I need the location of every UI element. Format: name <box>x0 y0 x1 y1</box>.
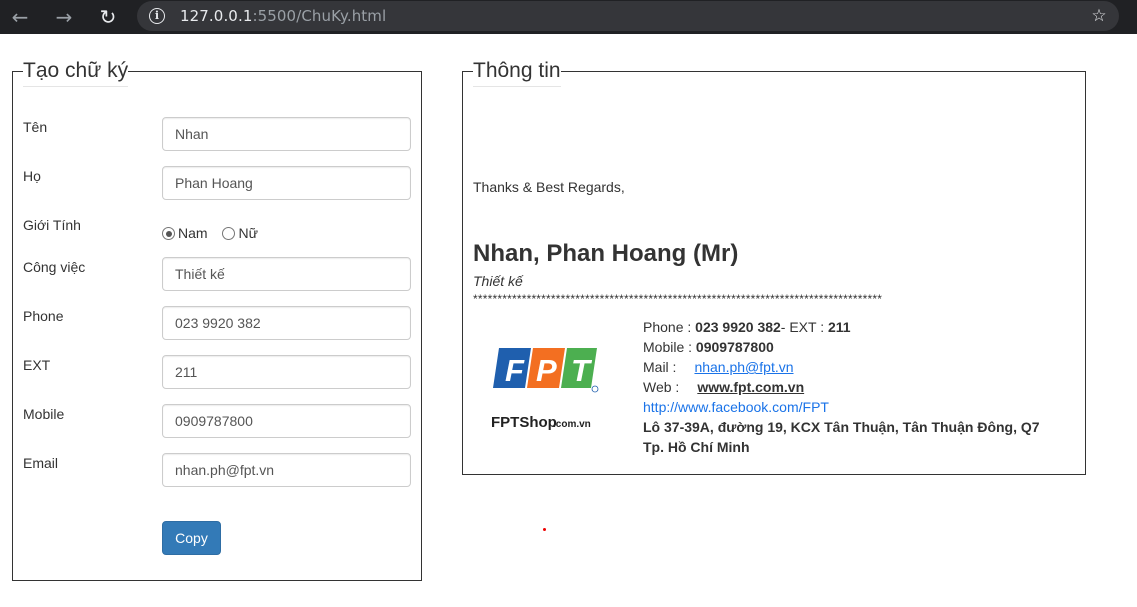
radio-label-nu: Nữ <box>238 225 258 241</box>
facebook-link[interactable]: http://www.facebook.com/FPT <box>643 399 829 415</box>
phone-line: Phone : 023 9920 382- EXT : 211 <box>643 317 1040 337</box>
back-icon[interactable]: ← <box>8 5 32 29</box>
mail-line: Mail : nhan.ph@fpt.vn <box>643 357 1040 377</box>
field-row-email: Email <box>13 453 423 487</box>
logo-shop-name: FPTShop <box>491 414 557 431</box>
bookmark-star-icon[interactable]: ☆ <box>1089 6 1109 26</box>
label-phone: Phone <box>23 308 64 324</box>
gender-radio-group: Nam Nữ <box>162 225 269 241</box>
field-row-mobile: Mobile <box>13 404 423 438</box>
address-bar[interactable]: i 127.0.0.1:5500/ChuKy.html ☆ <box>137 1 1119 31</box>
form-legend: Tạo chữ ký <box>23 59 129 87</box>
input-congviec[interactable] <box>162 257 411 291</box>
mobile-value: 0909787800 <box>695 339 774 355</box>
facebook-line: http://www.facebook.com/FPT <box>643 397 1040 417</box>
field-row-congviec: Công việc <box>13 257 423 291</box>
phone-label: Phone : <box>643 319 696 335</box>
info-icon[interactable]: i <box>149 8 165 24</box>
label-gioitinh: Giới Tính <box>23 217 81 233</box>
logo-letter-p: P <box>536 353 557 388</box>
input-ho[interactable] <box>162 166 411 200</box>
address-1: Lô 37-39A, đường 19, KCX Tân Thuận, Tân … <box>643 419 1040 435</box>
radio-nam[interactable] <box>162 227 175 240</box>
input-ten[interactable] <box>162 117 411 151</box>
address-line-2: Tp. Hồ Chí Minh <box>643 437 1040 457</box>
url-host: 127.0.0.1 <box>180 7 253 25</box>
job-title: Thiết kế <box>473 273 523 289</box>
mail-label: Mail : <box>643 359 677 375</box>
copy-button[interactable]: Copy <box>162 521 221 555</box>
fpt-shop-logo: F P T FPTShop .com.vn <box>491 348 599 431</box>
mobile-label: Mobile : <box>643 339 696 355</box>
url-text[interactable]: 127.0.0.1:5500/ChuKy.html <box>180 7 386 25</box>
field-row-ten: Tên <box>13 117 423 151</box>
info-legend: Thông tin <box>473 59 561 87</box>
field-row-ho: Họ <box>13 166 423 200</box>
full-name: Nhan, Phan Hoang (Mr) <box>473 240 739 267</box>
browser-toolbar: ← → ↻ i 127.0.0.1:5500/ChuKy.html ☆ <box>0 0 1137 34</box>
label-ext: EXT <box>23 357 51 373</box>
input-phone[interactable] <box>162 306 411 340</box>
ext-label: - EXT : <box>780 319 828 335</box>
address-line-1: Lô 37-39A, đường 19, KCX Tân Thuận, Tân … <box>643 417 1040 437</box>
web-label: Web : <box>643 379 680 395</box>
label-email: Email <box>23 455 59 471</box>
label-ten: Tên <box>23 119 48 135</box>
logo-shop-domain: .com.vn <box>553 419 591 430</box>
web-link[interactable]: www.fpt.com.vn <box>697 379 804 395</box>
label-congviec: Công việc <box>23 259 86 275</box>
field-row-ext: EXT <box>13 355 423 389</box>
radio-nu[interactable] <box>222 227 236 240</box>
regards-text: Thanks & Best Regards, <box>473 179 625 195</box>
url-path: :5500/ChuKy.html <box>252 7 387 25</box>
label-mobile: Mobile <box>23 406 65 422</box>
web-line: Web : www.fpt.com.vn <box>643 377 1040 397</box>
field-row-gioitinh: Giới Tính Nam Nữ <box>13 217 423 251</box>
label-ho: Họ <box>23 168 41 184</box>
contact-details: Phone : 023 9920 382- EXT : 211 Mobile :… <box>643 317 1040 457</box>
phone-value: 023 9920 382 <box>695 319 781 335</box>
registered-mark-icon <box>591 385 599 393</box>
fpt-logo-mark: F P T <box>493 348 599 393</box>
signature-preview-fieldset: Thông tin Thanks & Best Regards, Nhan, P… <box>462 59 1086 475</box>
signature-form-fieldset: Tạo chữ ký Tên Họ Giới Tính Nam Nữ Công … <box>12 59 423 581</box>
ext-value: 211 <box>828 319 851 335</box>
logo-letter-t: T <box>571 353 593 388</box>
address-2: Tp. Hồ Chí Minh <box>643 439 750 455</box>
radio-label-nam: Nam <box>178 225 208 241</box>
input-mobile[interactable] <box>162 404 411 438</box>
reload-icon[interactable]: ↻ <box>96 5 120 29</box>
mobile-line: Mobile : 0909787800 <box>643 337 1040 357</box>
logo-letter-f: F <box>505 353 525 388</box>
red-dot-marker <box>543 528 546 531</box>
forward-icon[interactable]: → <box>52 5 76 29</box>
mail-link[interactable]: nhan.ph@fpt.vn <box>694 359 793 375</box>
radio-option-nam[interactable]: Nam <box>162 225 208 241</box>
input-ext[interactable] <box>162 355 411 389</box>
input-email[interactable] <box>162 453 411 487</box>
radio-option-nu[interactable]: Nữ <box>222 225 258 241</box>
separator-stars: ****************************************… <box>473 292 883 306</box>
field-row-phone: Phone <box>13 306 423 340</box>
